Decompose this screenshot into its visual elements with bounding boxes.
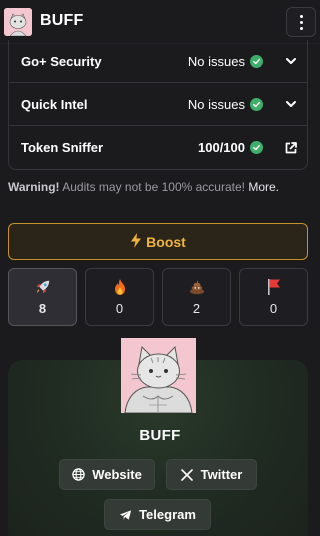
more-link[interactable]: More. — [248, 180, 279, 194]
fire-icon — [112, 278, 128, 295]
website-button[interactable]: Website — [59, 459, 155, 490]
telegram-button[interactable]: Telegram — [104, 499, 211, 530]
check-circle-icon — [250, 141, 263, 154]
twitter-button[interactable]: Twitter — [166, 459, 257, 490]
vertical-dots-icon — [299, 14, 303, 18]
audit-name: Quick Intel — [21, 96, 88, 112]
poop-icon — [189, 279, 205, 295]
cat-logo-icon[interactable] — [4, 8, 32, 36]
telegram-icon — [119, 508, 132, 521]
token-name: BUFF — [139, 427, 181, 444]
globe-icon — [72, 468, 85, 481]
audit-row-quickintel[interactable]: Quick Intel No issues — [9, 83, 307, 126]
twitter-label: Twitter — [200, 467, 243, 482]
muscular-cat-avatar — [121, 338, 196, 413]
audit-status: No issues — [187, 53, 245, 69]
reaction-flag[interactable]: 0 — [239, 268, 308, 326]
red-flag-icon — [266, 278, 282, 295]
audit-score: 100/100 — [198, 140, 245, 155]
audit-warning: Warning! Audits may not be 100% accurate… — [8, 180, 279, 194]
audit-name: Token Sniffer — [21, 140, 104, 155]
reaction-count: 2 — [192, 300, 201, 316]
chevron-down-icon[interactable] — [283, 53, 299, 69]
warning-text: Audits may not be 100% accurate! — [62, 180, 245, 194]
reaction-poop[interactable]: 2 — [162, 268, 231, 326]
telegram-label: Telegram — [139, 507, 196, 522]
lightning-icon — [130, 232, 142, 251]
reaction-count: 8 — [38, 300, 47, 316]
boost-button[interactable]: Boost — [8, 223, 308, 260]
check-circle-icon — [250, 97, 263, 111]
audit-row-tokensniffer[interactable]: Token Sniffer 100/100 — [9, 126, 307, 169]
boost-label: Boost — [146, 233, 186, 250]
warning-label: Warning! — [8, 180, 60, 194]
reaction-rocket[interactable]: 8 — [8, 268, 77, 326]
audit-name: Go+ Security — [21, 53, 102, 69]
audits-table: Go+ Security No issues Quick Intel No is… — [8, 40, 308, 170]
website-label: Website — [92, 467, 142, 482]
reaction-count: 0 — [115, 300, 124, 316]
reaction-bar: 8 0 2 0 — [8, 268, 308, 326]
audit-status: No issues — [187, 96, 245, 112]
brand-name: BUFF — [40, 12, 84, 29]
top-bar: BUFF — [0, 0, 320, 44]
reaction-fire[interactable]: 0 — [85, 268, 154, 326]
audit-row-goplus[interactable]: Go+ Security No issues — [9, 40, 307, 83]
reaction-count: 0 — [269, 300, 278, 316]
external-link-icon[interactable] — [283, 140, 299, 156]
menu-button[interactable] — [286, 7, 316, 37]
rocket-icon — [35, 279, 51, 295]
check-circle-icon — [250, 54, 263, 68]
chevron-down-icon[interactable] — [283, 96, 299, 112]
x-logo-icon — [181, 468, 194, 481]
